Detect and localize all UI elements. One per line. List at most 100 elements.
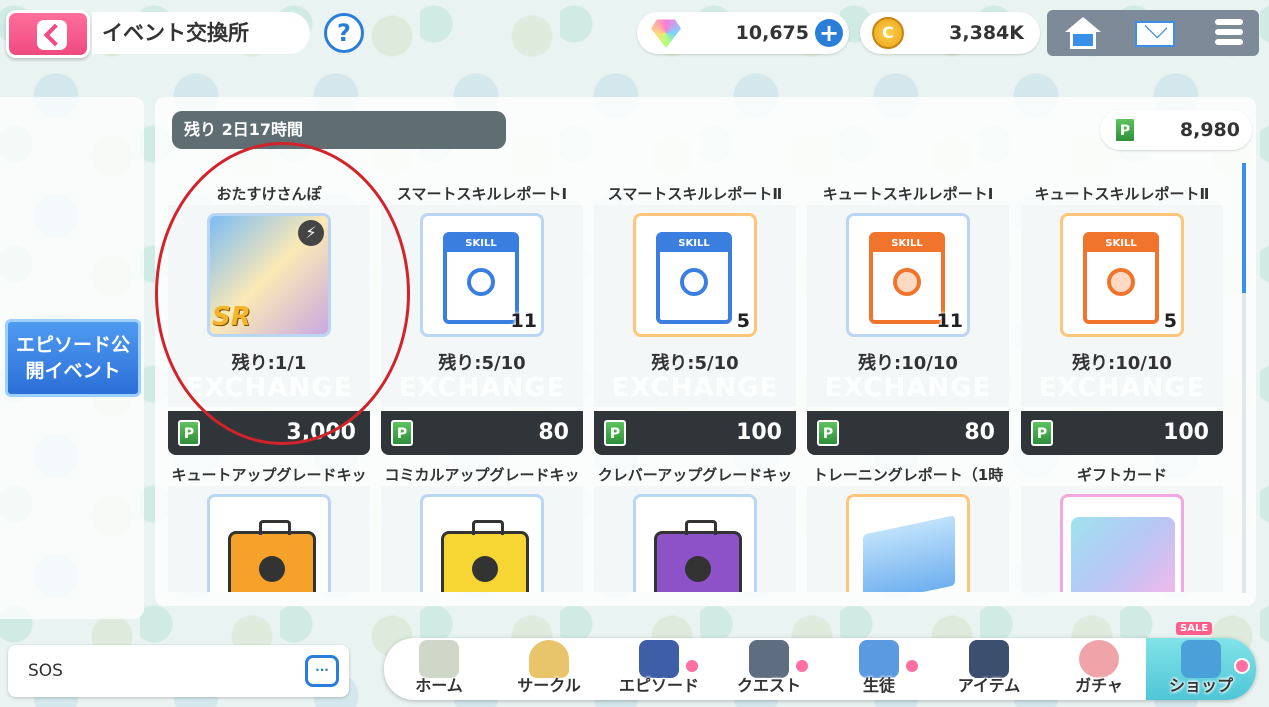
- item-name: キュートアップグレードキッ: [171, 466, 367, 484]
- chat-label: SOS: [28, 661, 63, 681]
- item-quantity: 5: [1163, 310, 1177, 332]
- item-image: 5: [1060, 213, 1184, 337]
- gem-amount: 10,675: [735, 22, 809, 44]
- exchange-watermark: EXCHANGE: [611, 373, 779, 403]
- nav-label: ショップ: [1168, 676, 1233, 695]
- item-name: トレーニングレポート（1時: [812, 466, 1004, 484]
- mail-icon[interactable]: [1129, 15, 1181, 51]
- gift-card-icon: [1071, 517, 1175, 592]
- skill-report-icon: [443, 232, 519, 324]
- event-tab-line1: エピソード公: [15, 334, 130, 356]
- add-gems-button[interactable]: +: [815, 19, 843, 47]
- nav-label: ガチャ: [1075, 676, 1123, 695]
- point-ticket-icon: P: [817, 420, 839, 446]
- back-button[interactable]: [6, 10, 90, 58]
- item-remaining: 残り:5/10: [651, 353, 739, 374]
- point-ticket-icon: P: [604, 420, 626, 446]
- shop-item-card[interactable]: キュートアップグレードキッ: [168, 464, 370, 592]
- nav-home[interactable]: ホーム: [384, 638, 494, 700]
- coin-amount: 3,384K: [949, 22, 1024, 44]
- upgrade-kit-icon: [441, 520, 529, 592]
- item-remaining: 残り:10/10: [858, 353, 958, 374]
- shop-item-card[interactable]: コミカルアップグレードキッ: [381, 464, 583, 592]
- shop-item-card[interactable]: ギフトカード: [1021, 464, 1223, 592]
- item-image: 5: [633, 213, 757, 337]
- item-name: おたすけさんぽ: [216, 185, 322, 203]
- item-image: [846, 494, 970, 592]
- bottom-nav: ホーム サークル エピソード クエスト 生徒 アイテム ガチャ SALE ショッ…: [384, 622, 1256, 700]
- gem-icon: [651, 19, 681, 48]
- item-name: クレバーアップグレードキッ: [597, 466, 793, 484]
- nav-episode[interactable]: エピソード: [604, 638, 714, 700]
- item-image: [207, 494, 331, 592]
- exchange-watermark: EXCHANGE: [824, 373, 992, 403]
- bolt-icon: ⚡: [298, 220, 324, 246]
- item-price: 100: [736, 420, 782, 445]
- back-arrow-icon: [37, 20, 67, 50]
- item-price: 3,000: [286, 420, 356, 445]
- exchange-watermark: EXCHANGE: [1038, 373, 1206, 403]
- gem-counter: 10,675 +: [637, 12, 849, 54]
- item-quantity: 5: [736, 310, 750, 332]
- chat-bar[interactable]: SOS ···: [8, 645, 349, 697]
- item-price: 80: [538, 420, 569, 445]
- item-image: [1060, 494, 1184, 592]
- chat-bubble-icon[interactable]: ···: [305, 655, 339, 687]
- nav-label: アイテム: [957, 676, 1021, 695]
- item-remaining: 残り:10/10: [1072, 353, 1172, 374]
- sale-badge: SALE: [1176, 622, 1213, 635]
- nav-items[interactable]: アイテム: [934, 638, 1044, 700]
- item-name: コミカルアップグレードキッ: [384, 466, 580, 484]
- nav-label: ホーム: [415, 676, 463, 695]
- item-remaining: 残り:1/1: [231, 353, 307, 374]
- price-bar: P 80: [807, 411, 1009, 455]
- nav-label: クエスト: [736, 676, 801, 695]
- nav-gacha[interactable]: ガチャ: [1044, 638, 1154, 700]
- coin-icon: C: [872, 17, 904, 49]
- price-bar: P 100: [594, 411, 796, 455]
- shop-item-card[interactable]: トレーニングレポート（1時: [807, 464, 1009, 592]
- item-image: 11: [420, 213, 544, 337]
- skill-report-icon: [656, 232, 732, 324]
- item-remaining: 残り:5/10: [438, 353, 526, 374]
- shop-item-card[interactable]: クレバーアップグレードキッ: [594, 464, 796, 592]
- nav-shop[interactable]: SALE ショップ: [1146, 622, 1256, 700]
- price-bar: P 3,000: [168, 411, 370, 455]
- skill-report-icon: [869, 232, 945, 324]
- support-card-image: ⚡ SR: [207, 213, 331, 337]
- item-quantity: 11: [936, 310, 963, 332]
- item-name: ギフトカード: [1076, 466, 1167, 484]
- exchange-watermark: EXCHANGE: [398, 373, 566, 403]
- shop-item-card[interactable]: スマートスキルレポートⅡ 5 残り:5/10 EXCHANGE P 100: [594, 183, 796, 455]
- nav-label: サークル: [517, 676, 581, 695]
- home-icon[interactable]: [1057, 15, 1109, 51]
- time-remaining: 残り 2日17時間: [172, 111, 506, 149]
- item-name: スマートスキルレポートⅠ: [396, 185, 568, 203]
- event-points: P 8,980: [1100, 110, 1252, 150]
- shop-item-card[interactable]: キュートスキルレポートⅡ 5 残り:10/10 EXCHANGE P 100: [1021, 183, 1223, 455]
- point-ticket-icon: P: [1031, 420, 1053, 446]
- scrollbar-thumb[interactable]: [1242, 163, 1246, 293]
- item-name: キュートスキルレポートⅠ: [822, 185, 994, 203]
- point-ticket-icon: P: [1114, 117, 1136, 143]
- nav-quest[interactable]: クエスト: [714, 638, 824, 700]
- shop-item-card[interactable]: キュートスキルレポートⅠ 11 残り:10/10 EXCHANGE P 80: [807, 183, 1009, 455]
- page-title: イベント交換所: [92, 12, 310, 54]
- price-bar: P 80: [381, 411, 583, 455]
- shop-item-card[interactable]: おたすけさんぽ ⚡ SR 残り:1/1 EXCHANGE P 3,000: [168, 183, 370, 455]
- menu-icon[interactable]: [1203, 15, 1255, 51]
- nav-label: 生徒: [862, 676, 895, 695]
- item-image: [420, 494, 544, 592]
- nav-students[interactable]: 生徒: [824, 638, 934, 700]
- point-ticket-icon: P: [178, 420, 200, 446]
- nav-circle[interactable]: サークル: [494, 638, 604, 700]
- item-quantity: 11: [510, 310, 537, 332]
- event-points-value: 8,980: [1179, 119, 1240, 141]
- shop-item-card[interactable]: スマートスキルレポートⅠ 11 残り:5/10 EXCHANGE P 80: [381, 183, 583, 455]
- scrollbar[interactable]: [1242, 163, 1246, 593]
- item-price: 80: [964, 420, 995, 445]
- item-image: [633, 494, 757, 592]
- nav-label: エピソード: [618, 676, 699, 695]
- help-button[interactable]: ?: [324, 13, 364, 53]
- episode-event-tab[interactable]: エピソード公 開イベント: [5, 319, 141, 397]
